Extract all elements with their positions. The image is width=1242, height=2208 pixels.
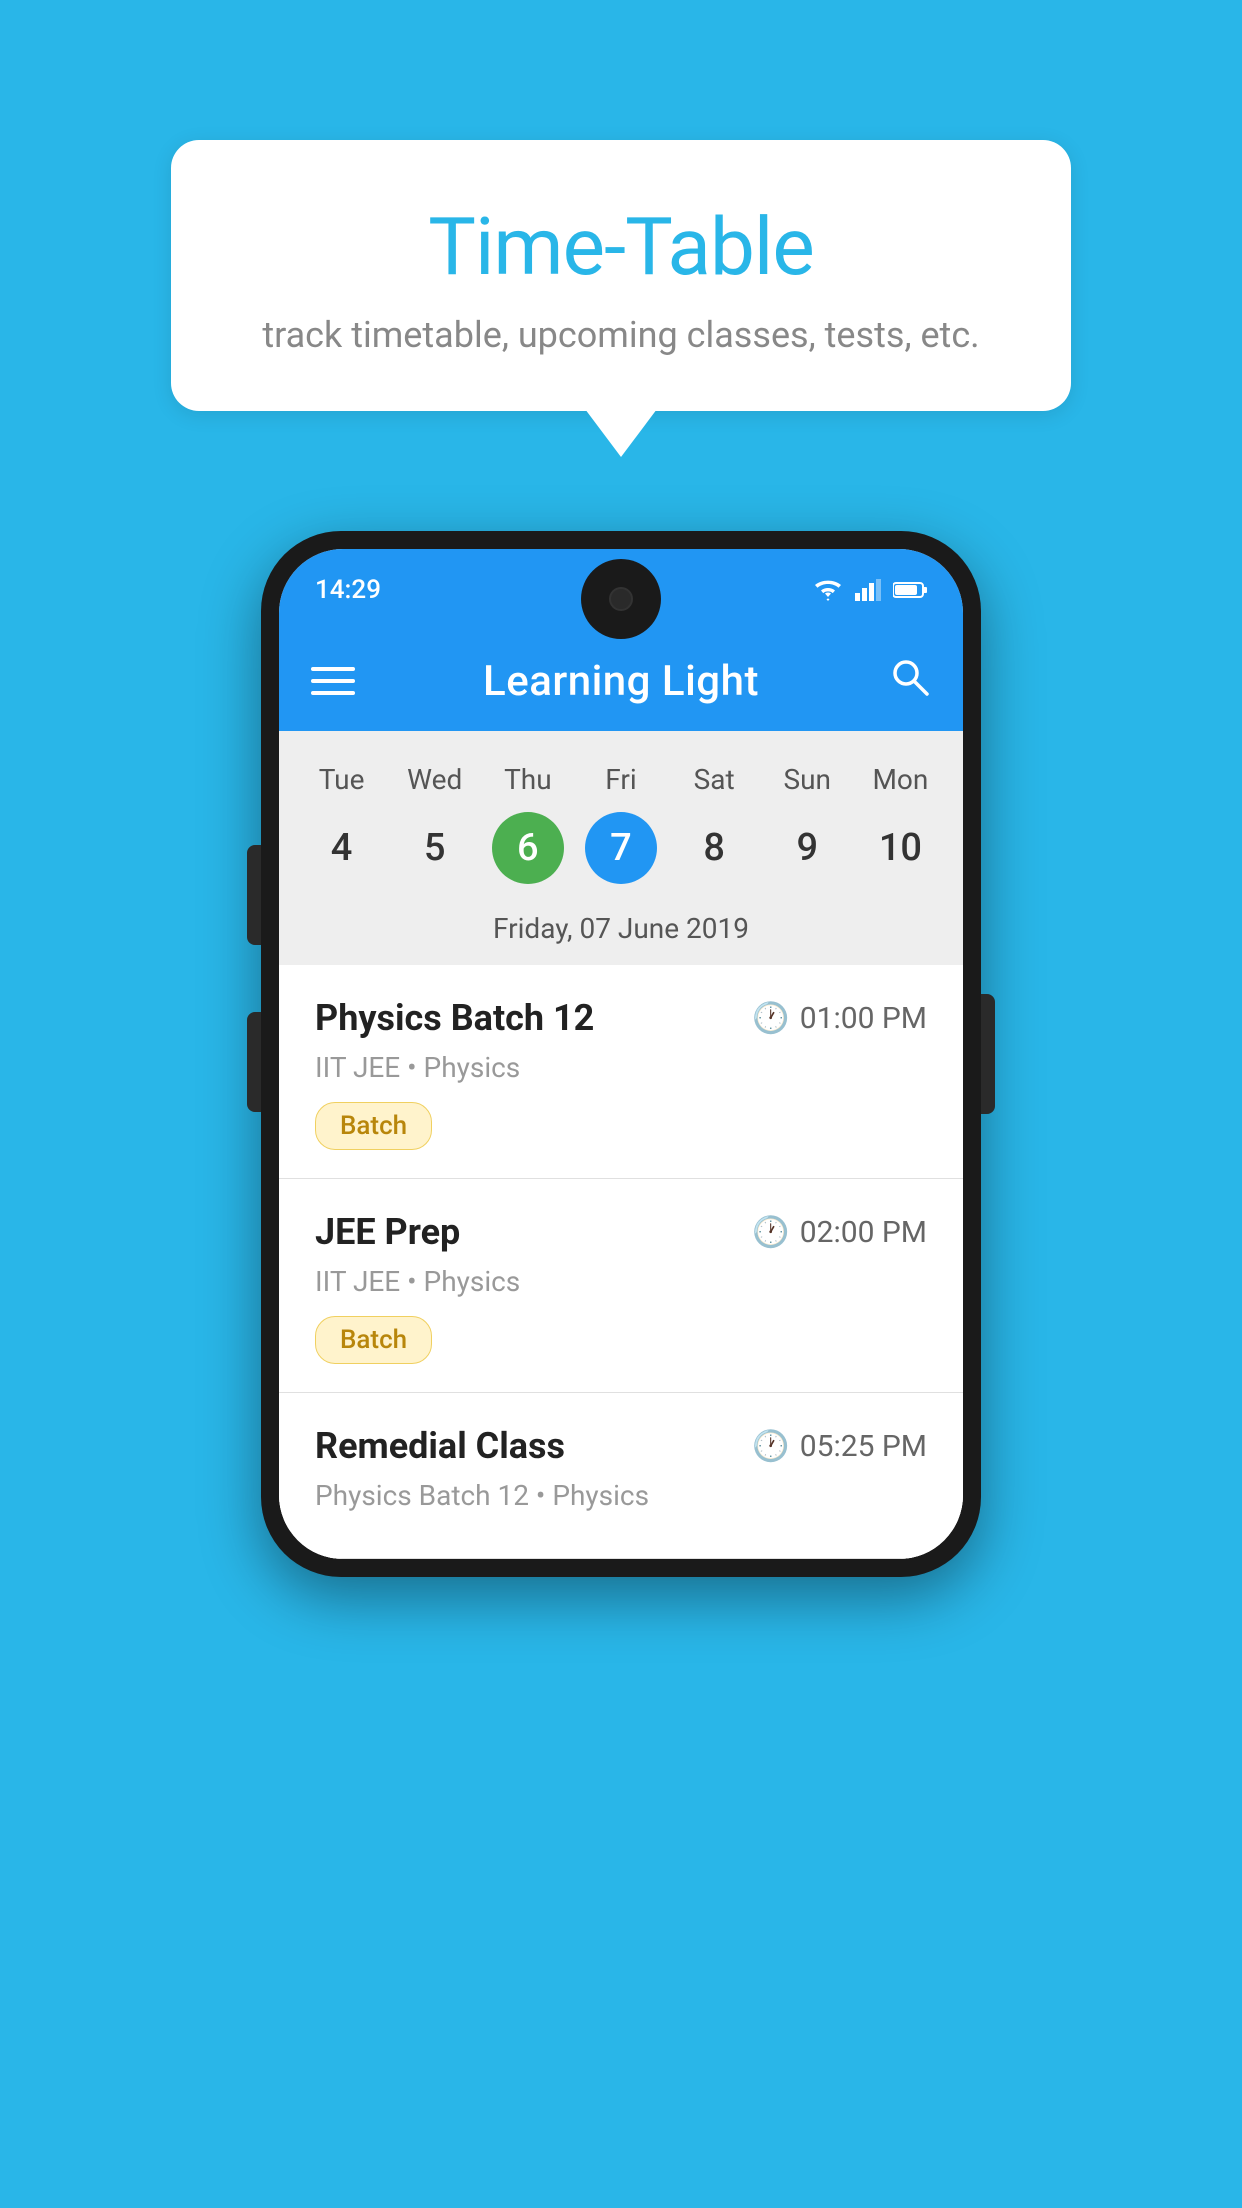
date-10[interactable]: 10 <box>854 812 947 884</box>
day-wed: Wed <box>388 755 481 804</box>
schedule-title-1: Physics Batch 12 <box>315 997 594 1039</box>
calendar-section: Tue Wed Thu Fri Sat Sun Mon 4 5 6 7 8 9 … <box>279 731 963 965</box>
date-6-today[interactable]: 6 <box>492 812 564 884</box>
schedule-title-3: Remedial Class <box>315 1425 565 1467</box>
day-thu: Thu <box>481 755 574 804</box>
schedule-meta-1: IIT JEE • Physics <box>315 1051 927 1084</box>
app-title: Learning Light <box>483 657 759 706</box>
schedule-item-3-header: Remedial Class 🕐 05:25 PM <box>315 1425 927 1467</box>
date-7-selected[interactable]: 7 <box>585 812 657 884</box>
clock-icon-2: 🕐 <box>752 1215 789 1250</box>
day-sun: Sun <box>761 755 854 804</box>
schedule-time-3: 🕐 05:25 PM <box>752 1429 927 1464</box>
schedule-time-2: 🕐 02:00 PM <box>752 1215 927 1250</box>
date-9[interactable]: 9 <box>761 812 854 884</box>
phone-outer: 14:29 <box>261 531 981 1577</box>
batch-badge-2: Batch <box>315 1316 432 1364</box>
notch <box>581 559 661 639</box>
speech-bubble-area: Time-Table track timetable, upcoming cla… <box>0 0 1242 411</box>
schedule-time-value-1: 01:00 PM <box>800 1001 927 1036</box>
day-numbers: 4 5 6 7 8 9 10 <box>279 804 963 900</box>
phone-screen: 14:29 <box>279 549 963 1559</box>
schedule-list: Physics Batch 12 🕐 01:00 PM IIT JEE • Ph… <box>279 965 963 1559</box>
signal-icon <box>855 579 881 601</box>
volume-up-button[interactable] <box>247 845 261 945</box>
app-header: Learning Light <box>279 631 963 731</box>
schedule-item-3[interactable]: Remedial Class 🕐 05:25 PM Physics Batch … <box>279 1393 963 1559</box>
day-fri: Fri <box>574 755 667 804</box>
schedule-item-2[interactable]: JEE Prep 🕐 02:00 PM IIT JEE • Physics Ba… <box>279 1179 963 1393</box>
volume-down-button[interactable] <box>247 1012 261 1112</box>
selected-date-label: Friday, 07 June 2019 <box>279 900 963 965</box>
date-8[interactable]: 8 <box>668 812 761 884</box>
schedule-title-2: JEE Prep <box>315 1211 460 1253</box>
bubble-title: Time-Table <box>231 200 1011 294</box>
schedule-time-value-3: 05:25 PM <box>800 1429 927 1464</box>
power-button[interactable] <box>981 994 995 1114</box>
bubble-subtitle: track timetable, upcoming classes, tests… <box>231 314 1011 356</box>
search-button[interactable] <box>887 654 931 708</box>
schedule-time-1: 🕐 01:00 PM <box>752 1001 927 1036</box>
menu-button[interactable] <box>311 667 355 695</box>
schedule-item-2-header: JEE Prep 🕐 02:00 PM <box>315 1211 927 1253</box>
day-mon: Mon <box>854 755 947 804</box>
speech-bubble: Time-Table track timetable, upcoming cla… <box>171 140 1071 411</box>
phone-mockup: 14:29 <box>261 531 981 1577</box>
batch-badge-1: Batch <box>315 1102 432 1150</box>
date-5[interactable]: 5 <box>388 812 481 884</box>
camera <box>609 587 633 611</box>
day-headers: Tue Wed Thu Fri Sat Sun Mon <box>279 755 963 804</box>
schedule-item-1-header: Physics Batch 12 🕐 01:00 PM <box>315 997 927 1039</box>
day-tue: Tue <box>295 755 388 804</box>
schedule-time-value-2: 02:00 PM <box>800 1215 927 1250</box>
status-time: 14:29 <box>315 575 381 605</box>
wifi-icon <box>813 579 843 601</box>
clock-icon-3: 🕐 <box>752 1429 789 1464</box>
schedule-meta-2: IIT JEE • Physics <box>315 1265 927 1298</box>
schedule-item-1[interactable]: Physics Batch 12 🕐 01:00 PM IIT JEE • Ph… <box>279 965 963 1179</box>
battery-icon <box>893 581 927 599</box>
status-icons <box>813 579 927 601</box>
clock-icon-1: 🕐 <box>752 1001 789 1036</box>
schedule-meta-3: Physics Batch 12 • Physics <box>315 1479 927 1512</box>
day-sat: Sat <box>668 755 761 804</box>
status-bar: 14:29 <box>279 549 963 631</box>
date-4[interactable]: 4 <box>295 812 388 884</box>
